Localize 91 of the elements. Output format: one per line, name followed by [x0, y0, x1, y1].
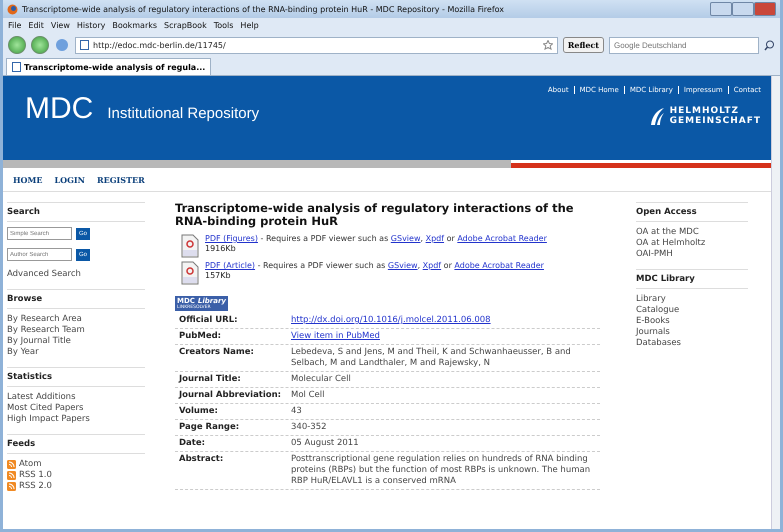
menu-item[interactable]: Help: [240, 21, 259, 30]
search-icon[interactable]: [764, 40, 775, 50]
back-button[interactable]: [8, 36, 26, 54]
viewer-link[interactable]: Xpdf: [422, 261, 442, 270]
nav-link[interactable]: REGISTER: [96, 174, 145, 184]
viewer-link[interactable]: Adobe Acrobat Reader: [454, 261, 544, 270]
article-title: Transcriptome-wide analysis of regulatory interactions of the RNA-binding protein HuR: [175, 202, 575, 228]
field-link[interactable]: http://dx.doi.org/10.1016/j.molcel.2011.06.008: [291, 315, 491, 326]
section-title: Search: [7, 202, 145, 222]
field-value: Lebedeva, S and Jens, M and Theil, K and Schwanhaeusser, B and Selbach, M and Landthaler, M and Rajewsky, N: [291, 347, 572, 369]
page-icon: [12, 62, 21, 72]
feed-icon: [7, 460, 16, 469]
section-title: Statistics: [7, 367, 145, 387]
viewer-link[interactable]: GSview: [388, 261, 418, 270]
menu-item[interactable]: File: [8, 21, 22, 30]
sidebar-link[interactable]: By Research Team: [7, 325, 145, 336]
menu-item[interactable]: Tools: [214, 21, 234, 30]
viewer-link[interactable]: Xpdf: [426, 234, 444, 243]
menu-item[interactable]: Bookmarks: [112, 21, 158, 30]
menu-item[interactable]: History: [76, 21, 106, 30]
menu-item[interactable]: View: [50, 21, 70, 30]
forward-button[interactable]: [31, 36, 49, 54]
page-icon: [80, 40, 89, 50]
field-label: Official URL:: [179, 315, 239, 326]
window-title: Transcriptome-wide analysis of regulatory interactions of the RNA-binding protein HuR - MDC Repository - Mozilla Firefox: [22, 4, 506, 14]
file-description: PDF (Figures) - Requires a PDF viewer such as GSview, Xpdf or Adobe Acrobat Reader 1916Kb: [205, 234, 547, 255]
site-subtitle: Institutional Repository: [107, 105, 260, 122]
file-description: PDF (Article) - Requires a PDF viewer such as GSview, Xpdf or Adobe Acrobat Reader 157Kb: [205, 261, 544, 282]
browser-tab[interactable]: Transcriptome-wide analysis of regula...: [6, 58, 212, 75]
viewer-link[interactable]: GSview: [390, 234, 420, 243]
field-label: Creators Name:: [179, 347, 255, 359]
pdf-icon: [181, 234, 199, 258]
field-label: Volume:: [179, 406, 219, 417]
field-label: Journal Title:: [179, 374, 242, 385]
minimize-button[interactable]: [710, 2, 732, 16]
menu-item[interactable]: Edit: [28, 21, 44, 30]
section-title: Feeds: [7, 434, 145, 454]
sidebar-link[interactable]: Latest Additions: [7, 392, 145, 403]
sidebar-link[interactable]: OA at Helmholtz: [636, 238, 748, 249]
menu-item[interactable]: ScrapBook: [164, 21, 207, 30]
search-field[interactable]: Google Deutschland: [609, 36, 759, 54]
feed-link[interactable]: Atom: [7, 459, 145, 470]
nav-link[interactable]: LOGIN: [54, 174, 85, 184]
field-value: 43: [291, 406, 302, 417]
close-button[interactable]: [754, 2, 776, 16]
sidebar-link[interactable]: OA at the MDC: [636, 227, 748, 238]
feed-link[interactable]: RSS 1.0: [7, 470, 145, 481]
firefox-icon: [7, 4, 18, 14]
field-value: 340-352: [291, 422, 327, 433]
field-label: Date:: [179, 438, 206, 449]
sidebar-link[interactable]: OAI-PMH: [636, 249, 748, 260]
partner-name: HELMHOLTZ: [670, 106, 740, 116]
section-title: Browse: [7, 289, 145, 309]
feed-link[interactable]: RSS 2.0: [7, 481, 145, 492]
field-value: 05 August 2011: [291, 438, 359, 449]
sidebar-link[interactable]: By Year: [7, 347, 145, 358]
partner-name: GEMEINSCHAFT: [670, 116, 761, 126]
feed-icon: [7, 471, 16, 480]
sidebar-link[interactable]: Catalogue: [636, 305, 748, 316]
field-label: Abstract:: [179, 454, 224, 466]
sidebar-link[interactable]: Advanced Search: [7, 269, 145, 280]
reflect-button[interactable]: Reflect: [562, 37, 604, 53]
field-value: Posttranscriptional gene regulation relies on hundreds of RNA binding proteins (RBPs) but the function of most RBPs is unknown. The human RBP HuR/ELAVL1 is a conserved mRNA: [291, 454, 592, 487]
scrollbar[interactable]: [771, 76, 780, 529]
field-label: Page Range:: [179, 422, 240, 433]
field-link[interactable]: View item in PubMed: [291, 331, 380, 342]
maximize-button[interactable]: [732, 2, 754, 16]
sidebar-link[interactable]: Most Cited Papers: [7, 403, 145, 414]
sidebar-link[interactable]: High Impact Papers: [7, 414, 145, 425]
field-value: Molecular Cell: [291, 374, 351, 385]
sidebar-link[interactable]: E-Books: [636, 316, 748, 327]
site-logo[interactable]: MDC: [25, 92, 94, 126]
field-value: Mol Cell: [291, 390, 324, 401]
sidebar-link[interactable]: Journals: [636, 327, 748, 338]
pdf-link[interactable]: PDF (Figures): [205, 234, 258, 243]
sidebar-link[interactable]: Library: [636, 294, 748, 305]
pdf-icon: [181, 261, 199, 285]
sidebar-link[interactable]: Databases: [636, 338, 748, 349]
address-bar[interactable]: http://edoc.mdc-berlin.de/11745/: [75, 36, 558, 54]
nav-link[interactable]: HOME: [13, 174, 42, 184]
field-label: Journal Abbreviation:: [179, 390, 282, 401]
helmholtz-logo-icon: [648, 107, 665, 125]
feed-icon: [7, 482, 16, 491]
star-icon[interactable]: [542, 40, 553, 50]
section-title: Open Access: [636, 202, 748, 222]
sidebar-link[interactable]: By Research Area: [7, 314, 145, 325]
sidebar-link[interactable]: By Journal Title: [7, 336, 145, 347]
section-title: MDC Library: [636, 269, 748, 289]
viewer-link[interactable]: Adobe Acrobat Reader: [457, 234, 547, 243]
field-label: PubMed:: [179, 331, 222, 342]
pdf-link[interactable]: PDF (Article): [205, 261, 256, 270]
